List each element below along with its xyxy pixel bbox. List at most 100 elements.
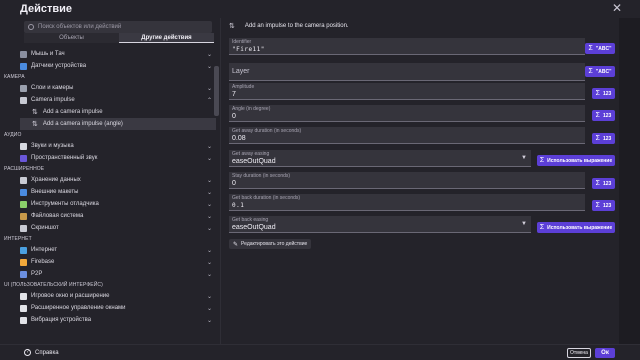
category-item[interactable]: Интернет ⌄ bbox=[20, 244, 216, 256]
action-dialog: Действие ✕ Поиск объектов или действий О… bbox=[0, 0, 640, 360]
stay-duration-field[interactable]: Stay duration (in seconds) 0 bbox=[229, 172, 585, 189]
chevron-icon[interactable]: ⌄ bbox=[207, 201, 212, 208]
get-away-duration-field[interactable]: Get away duration (in seconds) 0.08 bbox=[229, 127, 585, 144]
chevron-icon[interactable]: ⌄ bbox=[207, 189, 212, 196]
category-header: ИНТЕРНЕТ bbox=[4, 236, 32, 242]
search-icon bbox=[28, 24, 34, 30]
chevron-icon[interactable]: ⌄ bbox=[207, 225, 212, 232]
chevron-icon[interactable]: ⌄ bbox=[207, 213, 212, 220]
category-item-label: Пространственный звук bbox=[31, 155, 98, 161]
category-item-label: Расширенное управление окнами bbox=[31, 305, 126, 311]
category-item[interactable]: Звуки и музыка ⌄ bbox=[20, 140, 216, 152]
identifier-expression-button[interactable]: Σ "ABC" bbox=[585, 43, 615, 54]
sigma-icon: Σ bbox=[595, 112, 600, 119]
search-input[interactable]: Поиск объектов или действий bbox=[24, 21, 212, 33]
category-header: КАМЕРА bbox=[4, 74, 25, 80]
category-item[interactable]: Пространственный звук ⌄ bbox=[20, 152, 216, 164]
dialog-titlebar: Действие ✕ bbox=[0, 0, 640, 18]
tab-other-actions[interactable]: Другие действия bbox=[119, 33, 214, 43]
identifier-field[interactable]: Identifier "Fire11" bbox=[229, 38, 585, 55]
close-icon[interactable]: ✕ bbox=[610, 1, 624, 15]
action-item[interactable]: ⇅ Add a camera impulse (angle) bbox=[20, 118, 216, 130]
help-icon: ? bbox=[24, 349, 31, 356]
chevron-icon[interactable]: ⌄ bbox=[207, 177, 212, 184]
get-away-easing-button-label: Использовать выражение bbox=[547, 157, 613, 164]
get-away-easing-select[interactable]: Get away easing easeOutQuad ▼ bbox=[229, 150, 531, 167]
amplitude-number-button[interactable]: Σ 123 bbox=[592, 88, 615, 99]
category-item-label: Firebase bbox=[31, 259, 55, 265]
impulse-icon bbox=[20, 96, 27, 104]
help-link[interactable]: ? Справка bbox=[24, 349, 59, 356]
sigma-icon: Σ bbox=[588, 45, 593, 52]
category-item[interactable]: Файловая система ⌄ bbox=[20, 210, 216, 222]
chevron-icon[interactable]: ⌄ bbox=[207, 63, 212, 70]
chevron-icon[interactable]: ⌄ bbox=[207, 85, 212, 92]
category-item[interactable]: Хранение данных ⌄ bbox=[20, 174, 216, 186]
sigma-icon: Σ bbox=[595, 135, 600, 142]
chevron-icon[interactable]: ⌄ bbox=[207, 247, 212, 254]
category-item[interactable]: Camera impulse ⌃ bbox=[20, 94, 216, 106]
chevron-icon[interactable]: ⌄ bbox=[207, 155, 212, 162]
get-back-easing-select[interactable]: Get back easing easeOutQuad ▼ bbox=[229, 216, 531, 233]
category-item[interactable]: Вибрация устройства ⌄ bbox=[20, 314, 216, 326]
get-back-easing-expression-button[interactable]: Σ Использовать выражение bbox=[537, 222, 615, 233]
category-item-label: Звуки и музыка bbox=[31, 143, 74, 149]
get-away-easing-label: Get away easing bbox=[232, 151, 270, 157]
category-item[interactable]: Инструменты отладчика ⌄ bbox=[20, 198, 216, 210]
get-away-duration-label: Get away duration (in seconds) bbox=[232, 128, 302, 134]
category-item[interactable]: Слои и камеры ⌄ bbox=[20, 82, 216, 94]
amplitude-button-label: 123 bbox=[602, 90, 612, 97]
folder-icon bbox=[20, 212, 27, 220]
chevron-icon[interactable]: ⌄ bbox=[207, 293, 212, 300]
category-item-label: Вибрация устройства bbox=[31, 317, 92, 323]
ok-button[interactable]: Ок bbox=[595, 348, 615, 358]
category-item[interactable]: Firebase ⌄ bbox=[20, 256, 216, 268]
layer-field[interactable]: Layer bbox=[229, 63, 585, 81]
chevron-icon[interactable]: ⌄ bbox=[207, 271, 212, 278]
stay-number-button[interactable]: Σ 123 bbox=[592, 178, 615, 189]
tab-objects[interactable]: Объекты bbox=[24, 33, 119, 43]
identifier-button-label: "ABC" bbox=[595, 45, 612, 52]
identifier-label: Identifier bbox=[232, 39, 252, 45]
stay-duration-value: 0 bbox=[232, 180, 236, 187]
get-away-number-button[interactable]: Σ 123 bbox=[592, 133, 615, 144]
pencil-icon: ✎ bbox=[233, 241, 239, 248]
category-item[interactable]: Мышь и Тач ⌄ bbox=[20, 48, 216, 60]
category-item-label: Скриншот bbox=[31, 225, 59, 231]
sigma-icon: Σ bbox=[539, 157, 545, 164]
angle-number-button[interactable]: Σ 123 bbox=[592, 110, 615, 121]
category-item[interactable]: Датчики устройства ⌄ bbox=[20, 60, 216, 72]
dropdown-arrow-icon: ▼ bbox=[521, 221, 527, 227]
action-description: Add an impulse to the camera position. bbox=[244, 23, 349, 29]
amplitude-field[interactable]: Amplitude 7 bbox=[229, 83, 585, 100]
action-item[interactable]: ⇅ Add a camera impulse bbox=[20, 106, 216, 118]
left-scrollbar[interactable] bbox=[214, 66, 219, 116]
chevron-icon[interactable]: ⌄ bbox=[207, 305, 212, 312]
cancel-button[interactable]: Отмена bbox=[567, 348, 591, 358]
chevron-icon[interactable]: ⌄ bbox=[207, 51, 212, 58]
get-away-easing-expression-button[interactable]: Σ Использовать выражение bbox=[537, 155, 615, 166]
edit-action-button[interactable]: ✎ Редактировать это действие bbox=[229, 239, 312, 249]
category-item[interactable]: P2P ⌄ bbox=[20, 268, 216, 280]
angle-field[interactable]: Angle (in degree) 0 bbox=[229, 105, 585, 122]
get-back-easing-button-label: Использовать выражение bbox=[547, 224, 613, 231]
category-item[interactable]: Скриншот ⌄ bbox=[20, 222, 216, 234]
sigma-icon: Σ bbox=[588, 68, 593, 75]
chevron-icon[interactable]: ⌄ bbox=[207, 143, 212, 150]
category-item[interactable]: Игровое окно и расширение ⌄ bbox=[20, 290, 216, 302]
chevron-icon[interactable]: ⌄ bbox=[207, 317, 212, 324]
action-item-label: Add a camera impulse (angle) bbox=[42, 121, 123, 127]
amplitude-label: Amplitude bbox=[232, 84, 255, 90]
category-item[interactable]: Внешние макеты ⌄ bbox=[20, 186, 216, 198]
get-back-number-button[interactable]: Σ 123 bbox=[592, 200, 615, 211]
category-item-label: Инструменты отладчика bbox=[31, 201, 99, 207]
get-back-duration-field[interactable]: Get back duration (in seconds) 0.1 bbox=[229, 194, 585, 211]
layer-expression-button[interactable]: Σ "ABC" bbox=[585, 66, 615, 77]
arrows-icon: ⇅ bbox=[32, 109, 38, 116]
chevron-icon[interactable]: ⌃ bbox=[207, 97, 212, 104]
chevron-icon[interactable]: ⌄ bbox=[207, 259, 212, 266]
category-item-label: Хранение данных bbox=[31, 177, 81, 183]
category-item[interactable]: Расширенное управление окнами ⌄ bbox=[20, 302, 216, 314]
debug-icon bbox=[20, 200, 27, 208]
screenshot-icon bbox=[20, 224, 27, 232]
